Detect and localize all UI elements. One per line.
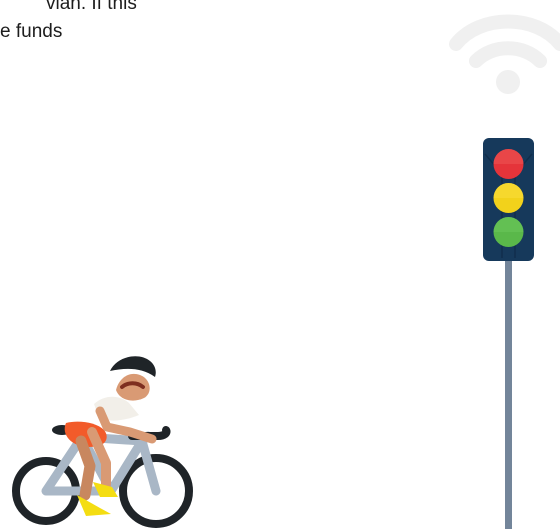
page: vian. If this e funds: [0, 0, 560, 529]
body-text-line-2: e funds: [0, 21, 63, 42]
body-text-snippet: vian. If this e funds: [0, 0, 150, 46]
wifi-icon: [449, 14, 560, 94]
body-text-line-1: vian. If this: [46, 0, 137, 14]
traffic-light-pole: [505, 256, 512, 529]
traffic-light-icon: [483, 138, 534, 529]
cyclist-icon: [12, 356, 193, 528]
